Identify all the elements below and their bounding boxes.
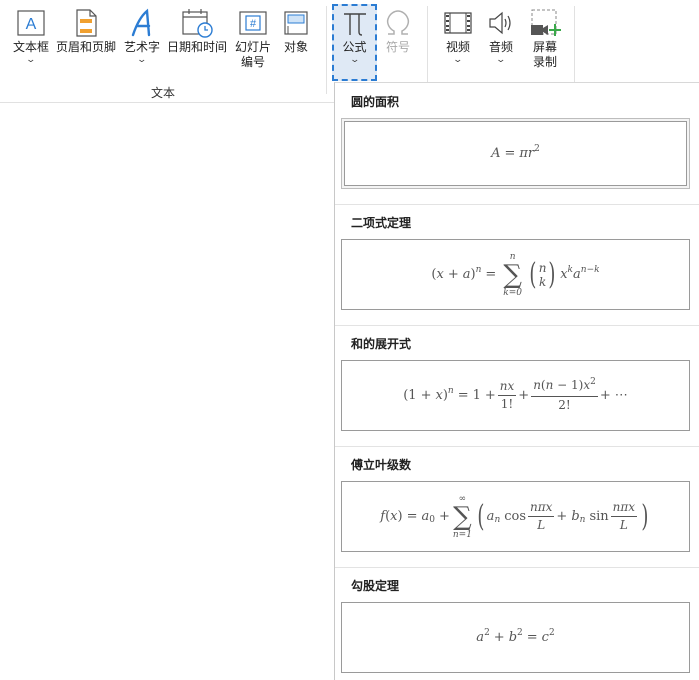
header-footer-button[interactable]: 页眉和页脚 (55, 6, 117, 55)
group-separator (326, 6, 327, 94)
svg-text:#: # (250, 18, 257, 30)
slide-number-button[interactable]: # 幻灯片 编号 (233, 6, 273, 70)
slide-number-label-line1: 幻灯片 (234, 40, 271, 54)
datetime-button[interactable]: 日期和时间 (166, 6, 228, 55)
svg-text:A: A (26, 16, 37, 33)
screen-record-icon (528, 6, 562, 40)
formula-binomial[interactable]: (x + a) n = n ∑ k=0 (n k) x k a n−k (341, 239, 690, 310)
formula-render: A = πr 2 (491, 143, 540, 162)
slide-number-label-line2: 编号 (240, 55, 265, 69)
object-button[interactable]: 对象 (278, 6, 314, 55)
formula-circle-area[interactable]: A = πr 2 (341, 118, 690, 189)
object-label: 对象 (283, 40, 308, 54)
wordart-label: 艺术字 (123, 40, 160, 54)
slide-number-icon: # (236, 6, 270, 40)
formula-sum-expansion[interactable]: (1 + x) n = 1 + nx 1! + n(n − 1)x2 2! + ⋯ (341, 360, 690, 431)
ribbon-bottom-border (0, 102, 334, 103)
section-divider (335, 204, 699, 205)
screen-recording-label-line1: 屏幕 (532, 40, 557, 54)
equation-button-content[interactable]: 公式 ⌄ (334, 6, 375, 65)
chevron-down-icon: ⌄ (452, 55, 464, 65)
formula-render: f(x) = a 0 + ∞ ∑ n=1 (a n cos nπx L + b n sin nπx L) (380, 493, 649, 540)
chevron-down-icon: ⌄ (25, 55, 37, 65)
symbol-button[interactable]: 符号 (380, 6, 416, 55)
film-icon (441, 6, 475, 40)
textbox-icon: A (14, 6, 48, 40)
equation-gallery: 圆的面积 A = πr 2 二项式定理 (x + a) n = n ∑ k=0 (n k) xkan… (334, 82, 699, 680)
chevron-down-icon: ⌄ (136, 55, 148, 65)
wordart-button[interactable]: 艺术字 ⌄ (123, 6, 161, 65)
section-divider (335, 567, 699, 568)
audio-label: 音频 (488, 40, 513, 54)
section-title-fourier: 傅立叶级数 (351, 458, 412, 472)
datetime-icon (180, 6, 214, 40)
chevron-down-icon: ⌄ (495, 55, 507, 65)
section-title-sum-expansion: 和的展开式 (351, 337, 412, 351)
formula-render: (x + a) n = n ∑ k=0 (n k) x k a n−k (431, 251, 600, 298)
text-group-label: 文本 (151, 86, 176, 100)
section-title-pythagorean: 勾股定理 (351, 579, 400, 593)
header-footer-icon (69, 6, 103, 40)
formula-fourier[interactable]: f(x) = a 0 + ∞ ∑ n=1 (a n cos nπx L + b n sin nπx L) (341, 481, 690, 552)
section-divider (335, 446, 699, 447)
omega-icon (381, 6, 415, 40)
symbol-label: 符号 (385, 40, 410, 54)
section-title-binomial: 二项式定理 (351, 216, 412, 230)
group-separator (574, 6, 575, 94)
audio-button[interactable]: 音频 ⌄ (482, 6, 520, 65)
textbox-button[interactable]: A 文本框 ⌄ (12, 6, 50, 65)
speaker-icon (484, 6, 518, 40)
group-separator (427, 6, 428, 94)
formula-pythagorean[interactable]: a 2 + b 2 = c 2 (341, 602, 690, 673)
screen-recording-label-line2: 录制 (532, 55, 557, 69)
pi-icon (338, 6, 372, 40)
formula-render: (1 + x) n = 1 + nx 1! + n(n − 1)x2 2! + ⋯ (403, 377, 628, 412)
object-icon (279, 6, 313, 40)
section-divider (335, 325, 699, 326)
textbox-label: 文本框 (12, 40, 49, 54)
video-button[interactable]: 视频 ⌄ (439, 6, 477, 65)
datetime-label: 日期和时间 (166, 40, 227, 54)
chevron-down-icon: ⌄ (349, 55, 360, 65)
wordart-icon (125, 6, 159, 40)
formula-render: a 2 + b 2 = c 2 (476, 627, 555, 646)
equation-label: 公式 (342, 40, 367, 54)
video-label: 视频 (445, 40, 470, 54)
screen-recording-button[interactable]: 屏幕 录制 (525, 6, 565, 70)
section-title-circle-area: 圆的面积 (351, 95, 400, 109)
header-footer-label: 页眉和页脚 (55, 40, 116, 54)
